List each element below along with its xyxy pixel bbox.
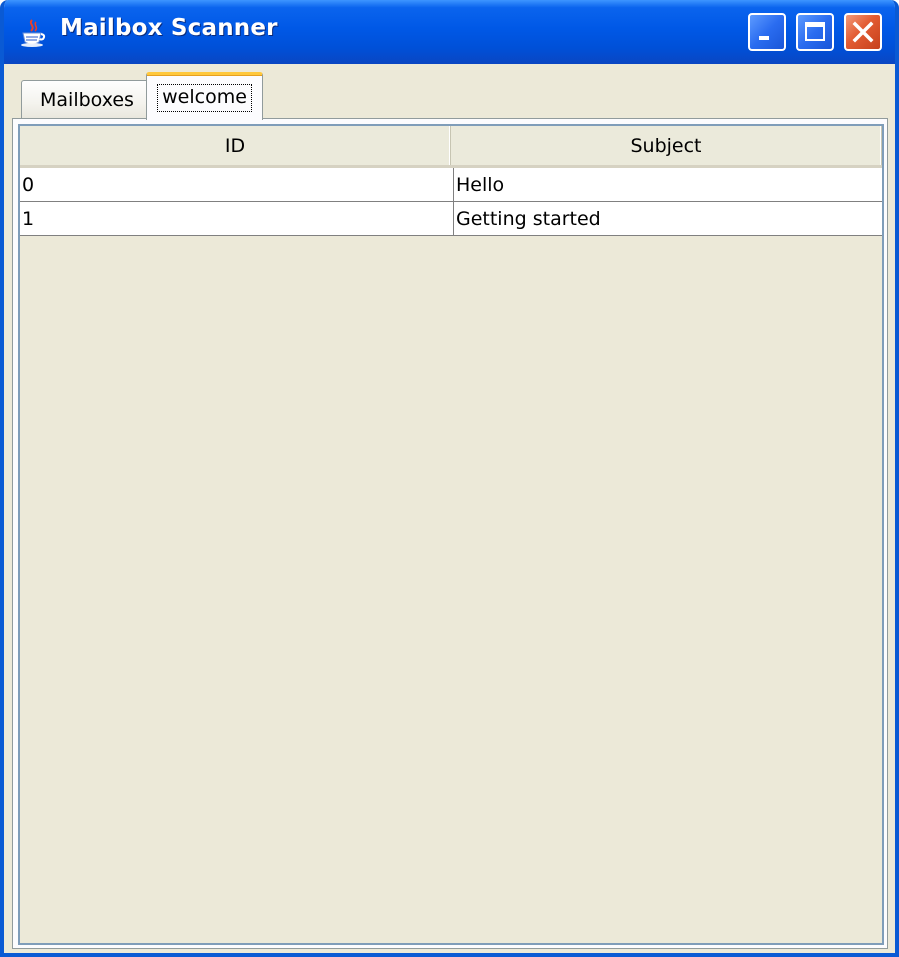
close-button[interactable] [844,13,882,51]
tab-content-panel: ID Subject 0 Hello 1 Getting started [12,118,888,949]
table-row[interactable]: 1 Getting started [20,202,882,236]
maximize-icon [805,22,825,41]
app-window: Mailbox Scanner Mailboxes welcome ID Sub… [0,0,899,957]
table-scroll-pane[interactable]: ID Subject 0 Hello 1 Getting started [18,124,884,945]
column-header-label: ID [224,134,246,157]
cell-subject[interactable]: Getting started [454,202,882,235]
maximize-button[interactable] [796,13,834,51]
tab-label: welcome [157,83,252,112]
cell-id[interactable]: 0 [20,168,454,201]
cell-id[interactable]: 1 [20,202,454,235]
tab-mailboxes[interactable]: Mailboxes [21,80,153,118]
cell-subject[interactable]: Hello [454,168,882,201]
column-header-subject[interactable]: Subject [451,126,882,165]
column-header-label: Subject [630,134,702,157]
minimize-icon [759,36,769,40]
tab-label: Mailboxes [40,88,134,111]
minimize-button[interactable] [748,13,786,51]
column-header-id[interactable]: ID [20,126,451,165]
table-row[interactable]: 0 Hello [20,168,882,202]
title-bar[interactable]: Mailbox Scanner [4,0,895,64]
tab-strip: Mailboxes welcome [16,72,886,120]
tab-welcome[interactable]: welcome [146,72,263,120]
java-cup-icon[interactable] [18,18,48,48]
table-body: 0 Hello 1 Getting started [20,168,882,236]
window-title: Mailbox Scanner [60,15,278,41]
table-header: ID Subject [20,126,882,168]
close-icon [852,21,874,43]
